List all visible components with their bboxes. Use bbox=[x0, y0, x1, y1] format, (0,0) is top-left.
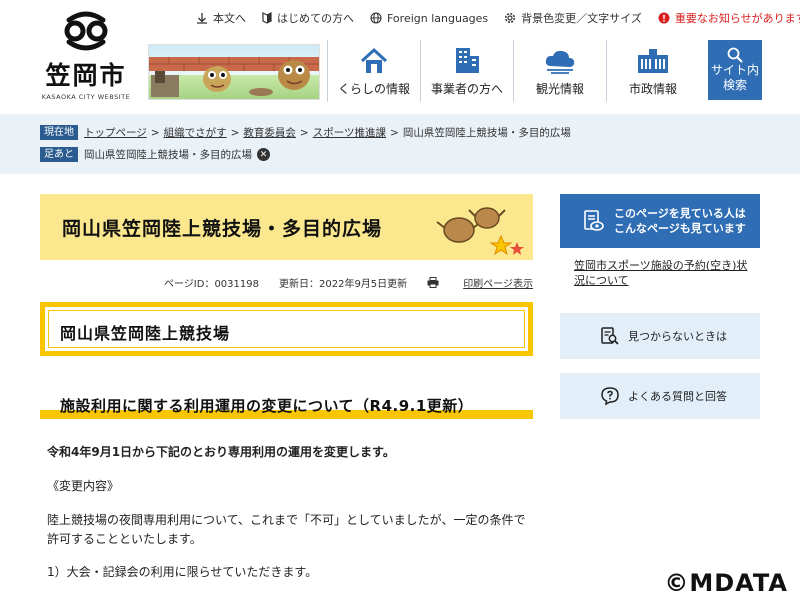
printer-icon bbox=[427, 277, 439, 288]
breadcrumb-link-organization[interactable]: 組織でさがす bbox=[164, 125, 227, 140]
search-label-line1: サイト内 bbox=[710, 63, 759, 77]
logo-mark-icon bbox=[64, 11, 108, 51]
display-settings-label: 背景色変更／文字サイズ bbox=[521, 12, 642, 25]
nav-item-living[interactable]: くらしの情報 bbox=[327, 40, 420, 102]
section-heading-box: 岡山県笠岡陸上競技場 bbox=[40, 302, 533, 356]
nav-label: 事業者の方へ bbox=[430, 82, 503, 96]
paragraph-change-heading: 《変更内容》 bbox=[47, 479, 120, 493]
nav-item-city-government[interactable]: 市政情報 bbox=[606, 40, 699, 102]
breadcrumb-area: 現在地 トップページ > 組織でさがす > 教育委員会 > スポーツ推進課 > … bbox=[0, 114, 800, 174]
logo-text: 笠岡市 bbox=[45, 61, 127, 90]
page-title: 岡山県笠岡陸上競技場・多目的広場 bbox=[62, 218, 383, 240]
subsection-heading-wrap: 施設利用に関する利用運用の変更について（R4.9.1更新） bbox=[40, 393, 533, 421]
breadcrumb-separator: > bbox=[230, 126, 240, 139]
not-found-button[interactable]: 見つからないときは bbox=[560, 313, 760, 359]
page-title-box: 岡山県笠岡陸上競技場・多目的広場 bbox=[40, 194, 533, 260]
print-link[interactable]: 印刷ページ表示 bbox=[427, 275, 533, 290]
beginner-label: はじめての方へ bbox=[277, 12, 354, 25]
arrow-down-icon bbox=[197, 13, 207, 24]
page-id: ページID：0031198 bbox=[164, 279, 259, 290]
breadcrumb-current: 岡山県笠岡陸上競技場・多目的広場 bbox=[402, 127, 571, 139]
history-remove-icon[interactable]: ✕ bbox=[257, 148, 270, 161]
nav-item-tourism[interactable]: 観光情報 bbox=[513, 40, 606, 102]
breadcrumb-link-top[interactable]: トップページ bbox=[84, 125, 147, 140]
beginner-icon bbox=[262, 12, 272, 24]
document-eye-icon bbox=[584, 210, 604, 231]
paragraph-intro: 令和4年9月1日から下記のとおり専用利用の運用を変更します。 bbox=[47, 445, 395, 459]
search-icon bbox=[727, 47, 743, 63]
mascot-decoration-icon bbox=[436, 207, 524, 256]
foreign-languages-label: Foreign languages bbox=[387, 11, 489, 25]
related-pages-title: このページを見ている人は こんなページも見ています bbox=[614, 206, 746, 236]
global-nav: くらしの情報 事業者の方へ 観光情報 市政情報 bbox=[327, 40, 699, 102]
mascot-banner[interactable] bbox=[148, 44, 320, 100]
not-found-label: 見つからないときは bbox=[628, 330, 727, 343]
related-pages-title-line2: こんなページも見ています bbox=[614, 222, 746, 235]
paragraph-change-detail: 陸上競技場の夜間専用利用について、これまで「不可」としていましたが、一定の条件で… bbox=[47, 513, 526, 546]
breadcrumb-link-education-board[interactable]: 教育委員会 bbox=[243, 125, 296, 140]
faq-label: よくある質問と回答 bbox=[628, 390, 727, 403]
house-icon bbox=[360, 48, 388, 73]
site-header: 笠岡市 KASAOKA CITY WEBSITE 本文へ はじめての方へ For… bbox=[0, 0, 800, 114]
foreign-languages-link[interactable]: Foreign languages bbox=[370, 12, 488, 25]
history-item[interactable]: 岡山県笠岡陸上競技場・多目的広場 bbox=[84, 147, 252, 162]
skip-to-content-label: 本文へ bbox=[213, 12, 246, 25]
section-heading: 岡山県笠岡陸上競技場 bbox=[60, 324, 231, 343]
site-logo[interactable]: 笠岡市 KASAOKA CITY WEBSITE bbox=[38, 10, 134, 105]
breadcrumb-separator: > bbox=[299, 126, 309, 139]
skip-to-content-link[interactable]: 本文へ bbox=[196, 10, 246, 26]
page-meta: ページID：0031198 更新日：2022年9月5日更新 印刷ページ表示 bbox=[164, 275, 533, 290]
building-icon bbox=[456, 48, 479, 73]
site-search-button[interactable]: サイト内 検索 bbox=[708, 40, 762, 100]
current-location-tag: 現在地 bbox=[40, 125, 78, 140]
beginner-link[interactable]: はじめての方へ bbox=[262, 10, 354, 26]
breadcrumb: 現在地 トップページ > 組織でさがす > 教育委員会 > スポーツ推進課 > … bbox=[40, 125, 571, 140]
cloud-icon bbox=[545, 50, 575, 74]
nav-label: 観光情報 bbox=[535, 82, 584, 96]
related-page-link[interactable]: 笠岡市スポーツ施設の予約(空き)状況について bbox=[574, 258, 750, 288]
utility-bar: 本文へ はじめての方へ Foreign languages 背景色変更／文字サイ… bbox=[196, 9, 800, 27]
nav-item-business[interactable]: 事業者の方へ bbox=[420, 40, 513, 102]
alert-icon bbox=[658, 12, 670, 24]
city-hall-icon bbox=[638, 49, 668, 73]
breadcrumb-separator: > bbox=[390, 126, 399, 139]
question-bubble-icon bbox=[601, 387, 619, 406]
important-notice-link[interactable]: 重要なお知らせがあります bbox=[658, 10, 800, 26]
display-settings-link[interactable]: 背景色変更／文字サイズ bbox=[504, 10, 642, 26]
related-pages-title-line1: このページを見ている人は bbox=[614, 207, 746, 220]
print-label: 印刷ページ表示 bbox=[463, 279, 533, 290]
history-trail: 足あと 岡山県笠岡陸上競技場・多目的広場 ✕ bbox=[40, 147, 270, 162]
gear-icon bbox=[505, 12, 516, 24]
document-search-icon bbox=[601, 327, 619, 345]
nav-label: 市政情報 bbox=[628, 82, 677, 96]
important-notice-label: 重要なお知らせがあります bbox=[674, 12, 800, 25]
paragraph-condition-1: 1）大会・記録会の利用に限らせていただきます。 bbox=[47, 565, 318, 579]
breadcrumb-link-sports-division[interactable]: スポーツ推進課 bbox=[313, 125, 386, 140]
nav-label: くらしの情報 bbox=[337, 82, 410, 96]
search-label-line2: 検索 bbox=[722, 78, 747, 92]
subsection-heading: 施設利用に関する利用運用の変更について（R4.9.1更新） bbox=[60, 397, 474, 415]
watermark: ©MDATA bbox=[664, 569, 788, 597]
related-pages-header: このページを見ている人は こんなページも見ています bbox=[560, 194, 760, 248]
logo-subtext: KASAOKA CITY WEBSITE bbox=[41, 93, 131, 101]
mascot-illustration bbox=[149, 57, 319, 97]
updated-date: 更新日：2022年9月5日更新 bbox=[279, 279, 408, 290]
history-tag: 足あと bbox=[40, 147, 78, 162]
faq-button[interactable]: よくある質問と回答 bbox=[560, 373, 760, 419]
breadcrumb-separator: > bbox=[150, 126, 160, 139]
globe-icon bbox=[370, 12, 382, 24]
